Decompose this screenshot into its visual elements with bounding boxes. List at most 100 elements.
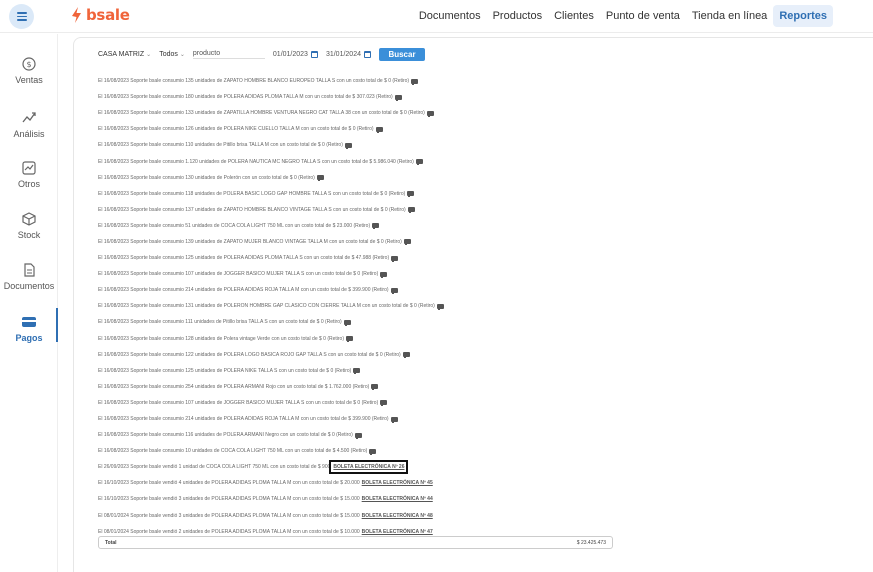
movement-text: El 16/08/2023 Soporte bsale consumio 10 …	[98, 448, 368, 455]
date-to-field[interactable]: 31/01/2024	[325, 50, 371, 58]
comment-icon[interactable]	[344, 142, 352, 149]
nav-tienda-en-l-nea[interactable]: Tienda en línea	[686, 5, 773, 27]
comment-icon[interactable]	[343, 319, 351, 326]
list-item: El 16/08/2023 Soporte bsale consumio 214…	[98, 282, 798, 298]
sidebar-item-pagos[interactable]: Pagos	[0, 308, 58, 343]
scope-select-value: Todos	[159, 50, 178, 58]
nav-punto-de-venta[interactable]: Punto de venta	[600, 5, 686, 27]
movement-text: El 16/08/2023 Soporte bsale consumio 128…	[98, 335, 344, 342]
sidebar-item-stock[interactable]: Stock	[0, 211, 58, 240]
comment-icon[interactable]	[426, 110, 434, 117]
document-link[interactable]: BOLETA ELECTRÓNICA Nº 45	[362, 480, 433, 486]
movement-text: El 16/08/2023 Soporte bsale consumio 214…	[98, 287, 389, 294]
bsale-logo[interactable]: bsale	[70, 6, 130, 24]
comment-icon[interactable]	[354, 432, 362, 439]
report-panel: CASA MATRIZ ⌄ Todos ⌄ producto 01/01/2023 …	[73, 37, 873, 572]
movement-text: El 16/08/2023 Soporte bsale consumio 111…	[98, 319, 342, 326]
box-icon	[22, 212, 36, 226]
comment-icon[interactable]	[353, 368, 361, 375]
movement-text: El 16/08/2023 Soporte bsale consumio 133…	[98, 110, 425, 117]
comment-icon[interactable]	[369, 448, 377, 455]
movement-text: El 16/08/2023 Soporte bsale consumio 130…	[98, 174, 315, 181]
document-link[interactable]: BOLETA ELECTRÓNICA Nº 44	[362, 496, 433, 502]
total-label: Total	[105, 539, 117, 546]
comment-icon[interactable]	[403, 239, 411, 246]
movement-text: El 16/08/2023 Soporte bsale consumio 107…	[98, 271, 379, 278]
list-item: El 16/08/2023 Soporte bsale consumio 180…	[98, 89, 798, 105]
filter-bar: CASA MATRIZ ⌄ Todos ⌄ producto 01/01/2023 …	[98, 47, 425, 61]
sidebar-item-analisis[interactable]: Análisis	[0, 110, 58, 139]
comment-icon[interactable]	[411, 78, 419, 85]
chevron-down-icon: ⌄	[146, 51, 152, 58]
list-item: El 16/10/2023 Soporte bsale vendió 4 uni…	[98, 475, 798, 491]
movement-text: El 16/08/2023 Soporte bsale consumio 122…	[98, 351, 401, 358]
sidebar-item-documentos[interactable]: Documentos	[0, 262, 58, 291]
sidebar-item-ventas[interactable]: $ Ventas	[0, 56, 58, 85]
comment-icon[interactable]	[371, 384, 379, 391]
movement-text: El 16/08/2023 Soporte bsale consumio 116…	[98, 432, 353, 439]
sidebar-item-otros[interactable]: Otros	[0, 160, 58, 189]
list-item: El 16/08/2023 Soporte bsale consumio 107…	[98, 395, 798, 411]
product-search-input[interactable]: producto	[192, 50, 265, 59]
document-link[interactable]: BOLETA ELECTRÓNICA Nº 26	[329, 460, 409, 475]
sidebar-item-label: Otros	[17, 179, 40, 189]
comment-icon[interactable]	[380, 271, 388, 278]
search-button[interactable]: Buscar	[379, 47, 425, 61]
list-item: El 16/08/2023 Soporte bsale consumio 111…	[98, 314, 798, 330]
nav-productos[interactable]: Productos	[487, 5, 549, 27]
comment-icon[interactable]	[391, 255, 399, 262]
list-item: El 16/08/2023 Soporte bsale consumio 126…	[98, 121, 798, 137]
sidebar-item-label: Análisis	[13, 129, 45, 139]
comment-icon[interactable]	[390, 287, 398, 294]
comment-icon[interactable]	[346, 336, 353, 343]
document-link[interactable]: BOLETA ELECTRÓNICA Nº 47	[362, 529, 433, 535]
nav-reportes[interactable]: Reportes	[773, 5, 833, 27]
bsale-flame-icon	[72, 7, 81, 23]
comment-icon[interactable]	[436, 303, 444, 310]
sidebar-item-label: Stock	[17, 230, 41, 240]
dollar-circle-icon: $	[22, 57, 36, 71]
comment-icon[interactable]	[407, 191, 415, 198]
brand-name: bsale	[86, 6, 130, 24]
payment-card-icon	[22, 317, 36, 327]
calendar-icon[interactable]	[364, 50, 371, 58]
movement-text: El 16/08/2023 Soporte bsale consumio 125…	[98, 255, 390, 262]
movement-text: El 16/08/2023 Soporte bsale consumio 110…	[98, 142, 343, 149]
nav-clientes[interactable]: Clientes	[548, 5, 600, 27]
calendar-icon[interactable]	[310, 50, 318, 58]
list-item: El 16/10/2023 Soporte bsale vendió 3 uni…	[98, 491, 798, 507]
sidebar-item-label: Ventas	[15, 75, 43, 85]
hamburger-menu-icon[interactable]	[9, 4, 34, 29]
comment-icon[interactable]	[380, 400, 388, 407]
list-item: El 16/08/2023 Soporte bsale consumio 135…	[98, 73, 798, 89]
movement-text: El 08/01/2024 Soporte bsale vendió 3 uni…	[98, 512, 360, 519]
movement-text: El 16/08/2023 Soporte bsale consumio 137…	[98, 206, 406, 213]
list-item: El 16/08/2023 Soporte bsale consumio 125…	[98, 250, 798, 266]
movement-text: El 16/08/2023 Soporte bsale consumio 180…	[98, 94, 393, 101]
chevron-down-icon: ⌄	[179, 51, 185, 58]
comment-icon[interactable]	[390, 416, 398, 423]
comment-icon[interactable]	[375, 126, 383, 133]
list-item: El 16/08/2023 Soporte bsale consumio 107…	[98, 266, 798, 282]
date-to-value: 31/01/2024	[325, 50, 361, 58]
date-from-field[interactable]: 01/01/2023	[273, 50, 318, 58]
list-item: El 16/08/2023 Soporte bsale consumio 137…	[98, 202, 798, 218]
comment-icon[interactable]	[394, 94, 402, 101]
comment-icon[interactable]	[407, 207, 415, 214]
branch-select[interactable]: CASA MATRIZ ⌄	[98, 51, 151, 58]
nav-documentos[interactable]: Documentos	[413, 5, 487, 27]
comment-icon[interactable]	[372, 223, 380, 230]
scope-select[interactable]: Todos ⌄	[159, 51, 185, 58]
document-link[interactable]: BOLETA ELECTRÓNICA Nº 48	[362, 513, 433, 519]
list-item: El 16/08/2023 Soporte bsale consumio 139…	[98, 234, 798, 250]
list-item: El 16/08/2023 Soporte bsale consumio 125…	[98, 363, 798, 379]
comment-icon[interactable]	[402, 352, 410, 359]
list-item: El 16/08/2023 Soporte bsale consumio 130…	[98, 170, 798, 186]
movement-text: El 26/09/2023 Soporte bsale vendió 1 uni…	[98, 464, 331, 471]
comment-icon[interactable]	[415, 159, 423, 166]
top-bar: bsale Documentos Productos Clientes Punto d…	[0, 0, 873, 33]
comment-icon[interactable]	[316, 175, 324, 182]
movement-text: El 16/08/2023 Soporte bsale consumio 1.1…	[98, 158, 414, 165]
list-item: El 26/09/2023 Soporte bsale vendió 1 uni…	[98, 459, 798, 475]
list-item: El 16/08/2023 Soporte bsale consumio 10 …	[98, 443, 798, 459]
